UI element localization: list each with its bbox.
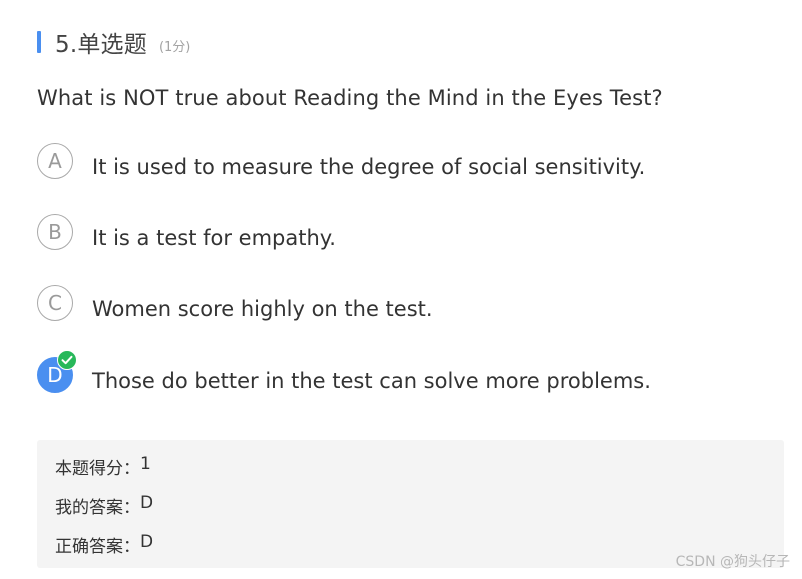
option-c-letter[interactable]: C	[37, 285, 73, 321]
option-a-letter-label: A	[48, 149, 62, 173]
checkmark-icon	[57, 350, 77, 370]
question-title: 5.单选题	[55, 32, 147, 58]
option-b[interactable]: B It is a test for empathy.	[37, 214, 336, 250]
my-answer-value: D	[140, 493, 154, 513]
option-b-letter-label: B	[48, 220, 62, 244]
correct-answer-row: 正确答案： D	[55, 532, 153, 557]
option-c-text[interactable]: Women score highly on the test.	[92, 297, 433, 321]
option-c-letter-label: C	[48, 291, 62, 315]
question-text: What is NOT true about Reading the Mind …	[37, 86, 663, 110]
answer-summary-box: 本题得分： 1 我的答案： D 正确答案： D	[37, 440, 784, 568]
score-row: 本题得分： 1	[55, 454, 151, 479]
option-d-letter[interactable]: D	[37, 350, 77, 393]
score-value: 1	[140, 454, 151, 474]
option-d[interactable]: D Those do better in the test can solve …	[37, 350, 651, 393]
correct-answer-value: D	[140, 532, 154, 552]
option-b-letter[interactable]: B	[37, 214, 73, 250]
my-answer-label: 我的答案：	[55, 498, 140, 518]
option-a-text[interactable]: It is used to measure the degree of soci…	[92, 155, 645, 179]
correct-answer-label: 正确答案：	[55, 537, 140, 557]
option-b-text[interactable]: It is a test for empathy.	[92, 226, 336, 250]
score-label: 本题得分：	[55, 459, 140, 479]
option-a[interactable]: A It is used to measure the degree of so…	[37, 143, 645, 179]
question-score: (1分)	[158, 39, 191, 55]
question-header: 5.单选题 (1分)	[37, 28, 191, 58]
header-accent-bar	[37, 31, 41, 53]
option-d-text[interactable]: Those do better in the test can solve mo…	[92, 369, 651, 393]
watermark-text: CSDN @狗头仔子	[675, 554, 790, 570]
option-c[interactable]: C Women score highly on the test.	[37, 285, 433, 321]
my-answer-row: 我的答案： D	[55, 493, 153, 518]
option-a-letter[interactable]: A	[37, 143, 73, 179]
